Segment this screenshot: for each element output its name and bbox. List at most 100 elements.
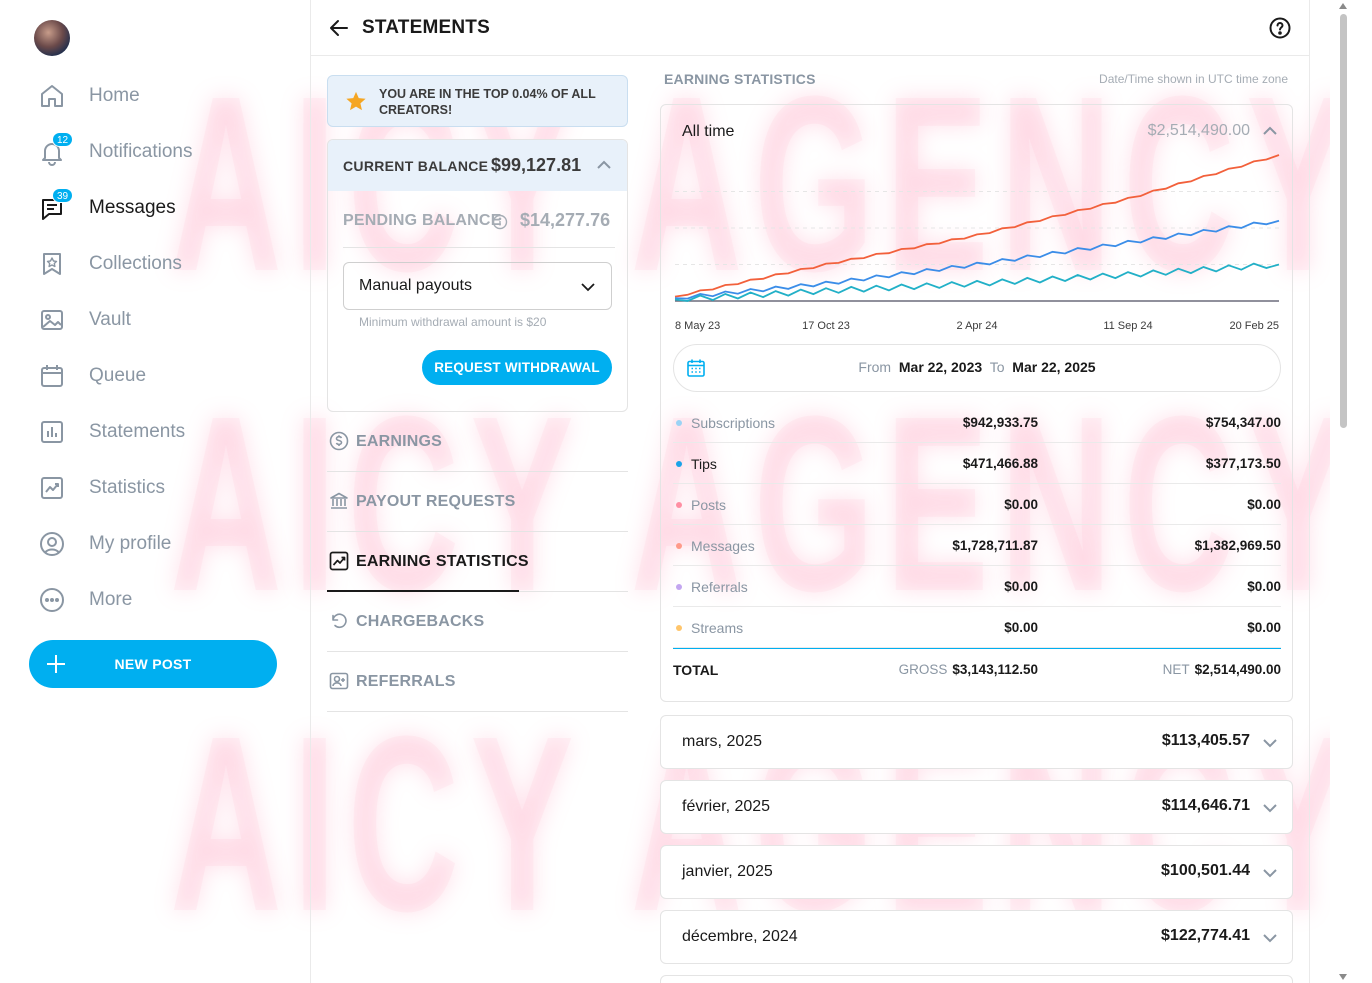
chevron-down-icon xyxy=(1263,804,1277,813)
row-name: Subscriptions xyxy=(691,415,776,431)
sidebar-item-queue[interactable]: Queue xyxy=(38,348,278,404)
menu-chargebacks[interactable]: CHARGEBACKS xyxy=(327,592,628,652)
breakdown-row-subscriptions: Subscriptions $942,933.75 $754,347.00 xyxy=(673,402,1281,443)
sidebar-item-label: Statements xyxy=(89,421,186,442)
sidebar-item-home[interactable]: Home xyxy=(38,68,278,124)
request-withdrawal-button[interactable]: REQUEST WITHDRAWAL xyxy=(422,350,612,385)
row-net: $1,382,969.50 xyxy=(1194,538,1281,553)
chart-x-tick-label: 20 Feb 25 xyxy=(1229,320,1279,332)
page-scrollbar[interactable] xyxy=(1336,0,1350,983)
sidebar-item-statements[interactable]: Statements xyxy=(38,404,278,460)
menu-label: CHARGEBACKS xyxy=(356,613,485,630)
back-arrow-icon[interactable] xyxy=(327,16,351,40)
month-row[interactable]: janvier, 2025 $100,501.44 xyxy=(660,845,1293,899)
chart-x-tick-label: 17 Oct 23 xyxy=(802,320,850,332)
sidebar-item-notifications[interactable]: 12 Notifications xyxy=(38,124,278,180)
month-total: $113,405.57 xyxy=(1161,732,1250,749)
row-gross: $0.00 xyxy=(1004,620,1038,635)
menu-payout-requests[interactable]: PAYOUT REQUESTS xyxy=(327,472,628,532)
sidebar-item-label: Queue xyxy=(89,365,147,386)
scrollbar-thumb[interactable] xyxy=(1340,14,1347,428)
sidebar-item-label: Home xyxy=(89,85,140,106)
chart-x-tick-label: 11 Sep 24 xyxy=(1103,320,1152,332)
month-total: $114,646.71 xyxy=(1161,797,1250,814)
line-chart-icon xyxy=(38,474,66,502)
date-range-picker[interactable]: From Mar 22, 2023 To Mar 22, 2025 xyxy=(673,344,1281,392)
sidebar-item-label: My profile xyxy=(89,533,172,554)
new-post-button[interactable]: NEW POST xyxy=(29,640,277,688)
timezone-note: Date/Time shown in UTC time zone xyxy=(1099,72,1288,86)
month-name: mars, 2025 xyxy=(682,733,763,750)
legend-dot xyxy=(676,461,682,467)
breakdown-row-messages: Messages $1,728,711.87 $1,382,969.50 xyxy=(673,525,1281,566)
legend-dot xyxy=(676,502,682,508)
net-label: NET xyxy=(1162,662,1190,677)
month-row[interactable]: décembre, 2024 $122,774.41 xyxy=(660,910,1293,964)
earning-statistics-title: EARNING STATISTICS xyxy=(664,71,816,87)
date-range-text: From Mar 22, 2023 To Mar 22, 2025 xyxy=(674,359,1280,375)
sidebar-item-label: Notifications xyxy=(89,141,193,162)
scroll-down-arrow-icon[interactable] xyxy=(1339,974,1347,980)
chart-series-line xyxy=(674,262,1280,302)
breakdown-row-total: TOTAL GROSS $3,143,112.50 NET $2,514,490.0… xyxy=(673,648,1281,689)
chart-series-line xyxy=(674,219,1280,300)
home-icon xyxy=(38,82,66,110)
sidebar-item-statistics[interactable]: Statistics xyxy=(38,460,278,516)
legend-dot xyxy=(676,420,682,426)
legend-dot xyxy=(676,584,682,590)
sidebar-item-my-profile[interactable]: My profile xyxy=(38,516,278,572)
calendar-icon xyxy=(38,362,66,390)
sidebar-item-more[interactable]: More xyxy=(38,572,278,628)
sidebar-item-label: Statistics xyxy=(89,477,166,498)
trend-chart-icon xyxy=(329,551,349,571)
sidebar-item-messages[interactable]: 39 Messages xyxy=(38,180,278,236)
legend-dot xyxy=(676,543,682,549)
menu-earnings[interactable]: EARNINGS xyxy=(327,412,628,472)
row-net: $754,347.00 xyxy=(1205,415,1281,430)
month-name: janvier, 2025 xyxy=(682,863,773,880)
menu-label: EARNINGS xyxy=(356,433,443,450)
row-name: Tips xyxy=(691,456,717,472)
sidebar-item-vault[interactable]: Vault xyxy=(38,292,278,348)
undo-icon xyxy=(332,613,347,629)
row-gross: $0.00 xyxy=(1004,579,1038,594)
month-row-partial[interactable] xyxy=(660,975,1293,983)
menu-earning-statistics[interactable]: EARNING STATISTICS xyxy=(327,532,628,592)
sidebar-item-label: Collections xyxy=(89,253,182,274)
sidebar-item-label: Messages xyxy=(89,197,176,218)
month-row[interactable]: mars, 2025 $113,405.57 xyxy=(660,715,1293,769)
gross-label: GROSS xyxy=(898,662,948,677)
scroll-up-arrow-icon[interactable] xyxy=(1339,3,1347,9)
breakdown-row-referrals: Referrals $0.00 $0.00 xyxy=(673,566,1281,607)
month-name: février, 2025 xyxy=(682,798,771,815)
month-row[interactable]: février, 2025 $114,646.71 xyxy=(660,780,1293,834)
chevron-down-icon xyxy=(1263,869,1277,878)
chevron-up-icon[interactable] xyxy=(1260,121,1280,141)
avatar[interactable] xyxy=(34,20,70,56)
menu-label: PAYOUT REQUESTS xyxy=(356,493,516,510)
pending-balance-value: $14,277.76 xyxy=(520,210,611,230)
earning-statistics-card: All time $2,514,490.00 8 May 23 17 Oct 23… xyxy=(660,104,1293,702)
sidebar-item-collections[interactable]: Collections xyxy=(38,236,278,292)
earnings-line-chart: 8 May 23 17 Oct 23 2 Apr 24 11 Sep 24 20 Feb… xyxy=(674,154,1280,332)
payout-method-select[interactable]: Manual payouts xyxy=(343,262,612,310)
menu-referrals[interactable]: REFERRALS xyxy=(327,652,628,712)
row-gross: $471,466.88 xyxy=(962,456,1038,471)
row-gross: $0.00 xyxy=(1004,497,1038,512)
plus-icon xyxy=(47,655,65,673)
menu-label: REFERRALS xyxy=(356,673,456,690)
help-icon[interactable] xyxy=(1268,16,1292,40)
row-net: $0.00 xyxy=(1247,497,1281,512)
message-count-badge: 39 xyxy=(52,188,74,203)
total-net: NET $2,514,490.00 xyxy=(1163,662,1281,677)
min-withdrawal-note: Minimum withdrawal amount is $20 xyxy=(359,315,547,329)
chat-icon: 39 xyxy=(38,188,74,222)
current-balance-header[interactable]: CURRENT BALANCE $99,127.81 xyxy=(328,140,627,191)
page-title: STATEMENTS xyxy=(362,17,490,38)
period-label: All time xyxy=(682,123,735,140)
total-net-value: $2,514,490.00 xyxy=(1194,662,1281,677)
breakdown-row-tips: Tips $471,466.88 $377,173.50 xyxy=(673,443,1281,484)
sidebar-item-label: Vault xyxy=(89,309,131,330)
row-name: Messages xyxy=(691,538,755,554)
info-icon[interactable] xyxy=(492,214,508,230)
